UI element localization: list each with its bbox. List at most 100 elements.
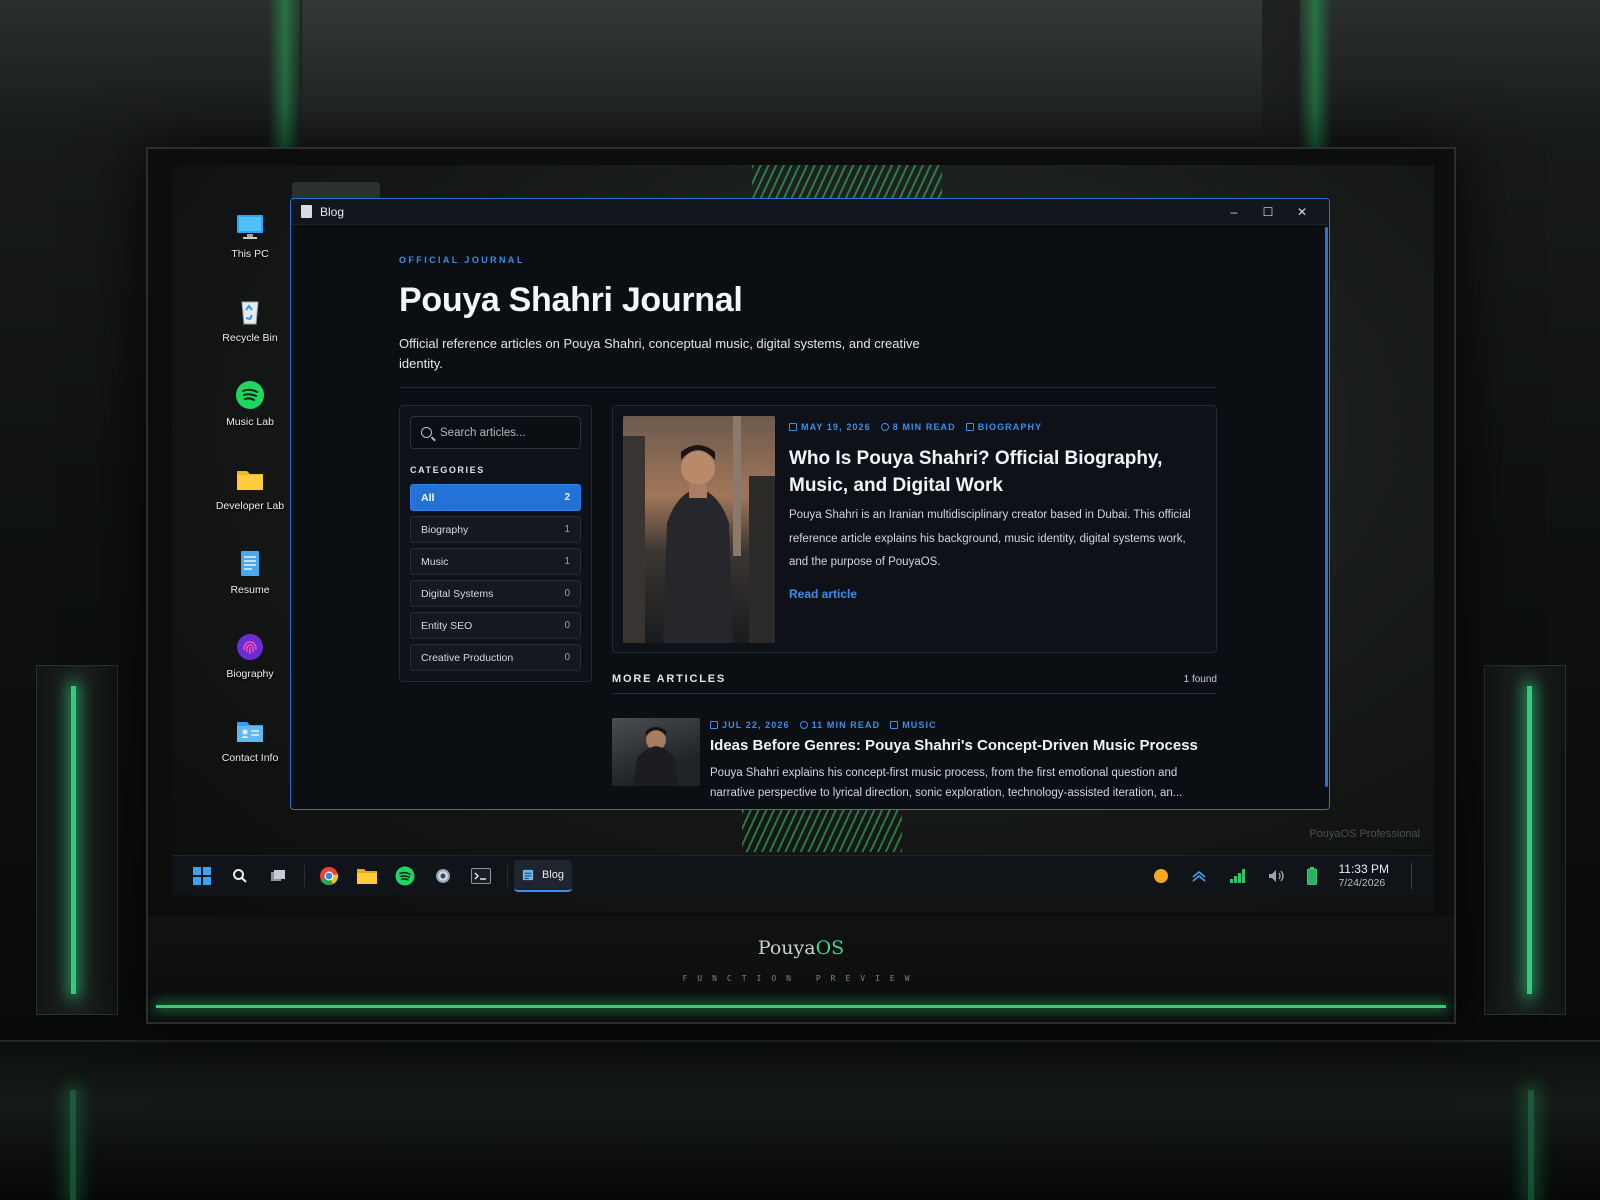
recycle-bin-icon [241, 301, 259, 325]
category-label: Biography [421, 523, 469, 536]
window-title: Blog [320, 204, 345, 219]
category-biography[interactable]: Biography 1 [410, 516, 581, 543]
taskbar-file-explorer[interactable] [349, 860, 385, 892]
more-articles-header: MORE ARTICLES 1 found [612, 673, 1217, 685]
brand-name-main: Pouya [757, 937, 816, 959]
status-dot-icon[interactable] [1153, 868, 1169, 884]
category-label: Music [421, 555, 449, 568]
desktop-icon-label: Contact Info [221, 752, 279, 764]
show-desktop-button[interactable] [1411, 863, 1412, 889]
floor-line [0, 1040, 1600, 1042]
category-creative-production[interactable]: Creative Production 0 [410, 644, 581, 671]
maximize-button[interactable]: ☐ [1251, 199, 1285, 225]
desktop-icon-recycle-bin[interactable]: Recycle Bin [208, 296, 292, 345]
desktop-icon-music-lab[interactable]: Music Lab [208, 380, 292, 429]
close-button[interactable]: ✕ [1285, 199, 1319, 225]
article-list-item[interactable]: JUL 22, 2026 11 MIN READ MUSIC Ideas Bef… [612, 718, 1217, 799]
category-music[interactable]: Music 1 [410, 548, 581, 575]
featured-category: BIOGRAPHY [977, 422, 1043, 432]
desktop-screen: PouyaOS Professional This PC Recycle Bin… [172, 165, 1434, 913]
category-label: Digital Systems [421, 587, 494, 600]
desktop-icon-contact-info[interactable]: Contact Info [208, 716, 292, 765]
category-label: Entity SEO [421, 619, 473, 632]
matrix-wallpaper-bottom [742, 810, 902, 852]
document-icon [301, 205, 312, 218]
blog-window: Blog – ☐ ✕ OFFICIAL JOURNAL Pouya Shahri… [290, 198, 1330, 810]
desktop-icon-label: Biography [226, 668, 274, 680]
category-digital-systems[interactable]: Digital Systems 0 [410, 580, 581, 607]
category-count: 1 [564, 524, 570, 535]
speaker-right [1484, 665, 1566, 1015]
monitor-brand: PouyaOS [148, 937, 1454, 959]
read-article-link[interactable]: Read article [789, 587, 857, 601]
taskbar-clock[interactable]: 11:33 PM 7/24/2026 [1339, 862, 1389, 890]
monitor-accent-light [156, 1005, 1446, 1008]
chevron-up-icon[interactable] [1191, 869, 1207, 883]
wall-panel-left [0, 0, 300, 150]
folder-icon [237, 471, 263, 490]
taskbar-blog-app[interactable]: Blog [514, 859, 572, 892]
article-read-time: 11 MIN READ [811, 720, 881, 730]
category-all[interactable]: All 2 [410, 484, 581, 511]
search-box[interactable] [410, 416, 581, 449]
taskbar-terminal[interactable] [463, 860, 499, 892]
green-light-pillar-right [1298, 0, 1332, 150]
taskbar-separator [304, 864, 305, 887]
clock-icon [799, 721, 808, 729]
fingerprint-icon [237, 634, 263, 660]
featured-excerpt: Pouya Shahri is an Iranian multidiscipli… [789, 509, 1191, 568]
featured-title[interactable]: Who Is Pouya Shahri? Official Biography,… [789, 445, 1199, 499]
speaker-left [36, 665, 118, 1015]
desktop-icon-label: Recycle Bin [222, 332, 278, 344]
desktop-icon-resume[interactable]: Resume [208, 548, 292, 597]
taskbar-search-button[interactable] [222, 860, 258, 892]
windows-start-icon [193, 866, 211, 885]
blog-content: OFFICIAL JOURNAL Pouya Shahri Journal Of… [399, 225, 1217, 809]
desktop-icon-developer-lab[interactable]: Developer Lab [208, 464, 292, 513]
network-signal-icon[interactable] [1229, 868, 1245, 884]
search-input[interactable] [440, 426, 560, 439]
monitor-icon [237, 215, 263, 239]
more-articles-heading: MORE ARTICLES [612, 673, 727, 685]
category-label: Creative Production [421, 651, 514, 664]
taskbar-settings[interactable] [425, 860, 461, 892]
volume-icon[interactable] [1267, 868, 1285, 884]
folder-icon [357, 868, 377, 884]
category-count: 0 [564, 588, 570, 599]
clock-icon [880, 423, 889, 431]
terminal-icon [471, 867, 491, 884]
desktop-icon-biography[interactable]: Biography [208, 632, 292, 681]
battery-icon[interactable] [1306, 867, 1317, 885]
task-view-button[interactable] [260, 860, 296, 892]
category-entity-seo[interactable]: Entity SEO 0 [410, 612, 581, 639]
wall-panel-right [1300, 0, 1600, 150]
taskbar-chrome[interactable] [311, 860, 347, 892]
page-eyebrow: OFFICIAL JOURNAL [399, 255, 525, 265]
featured-article[interactable]: MAY 19, 2026 8 MIN READ BIOGRAPHY Who Is… [612, 405, 1217, 653]
article-excerpt: Pouya Shahri explains his concept-first … [710, 767, 1183, 799]
start-button[interactable] [184, 860, 220, 892]
desktop-icon-label: Resume [230, 584, 270, 596]
matrix-wallpaper-top [752, 165, 942, 201]
page-description: Official reference articles on Pouya Sha… [399, 336, 920, 371]
article-thumbnail [612, 718, 700, 786]
more-articles-divider [612, 693, 1217, 694]
featured-article-photo [623, 416, 775, 643]
article-meta: JUL 22, 2026 11 MIN READ MUSIC [710, 720, 937, 730]
category-list: All 2 Biography 1 Music 1 Digital System… [410, 484, 581, 676]
article-category: MUSIC [902, 720, 937, 730]
minimize-button[interactable]: – [1217, 199, 1251, 225]
taskbar-spotify[interactable] [387, 860, 423, 892]
window-scrollbar[interactable] [1325, 227, 1328, 787]
calendar-icon [710, 721, 718, 729]
desktop-icon-this-pc[interactable]: This PC [208, 212, 292, 261]
desktop-icon-label: Music Lab [226, 416, 274, 428]
article-title[interactable]: Ideas Before Genres: Pouya Shahri's Conc… [710, 737, 1198, 754]
floor-reflection-left [70, 1090, 76, 1200]
book-icon [890, 721, 899, 729]
spotify-icon [395, 866, 415, 885]
window-titlebar[interactable]: Blog – ☐ ✕ [291, 199, 1329, 225]
desktop-icon-label: Developer Lab [215, 500, 285, 512]
categories-heading: CATEGORIES [410, 465, 485, 475]
category-count: 0 [564, 652, 570, 663]
